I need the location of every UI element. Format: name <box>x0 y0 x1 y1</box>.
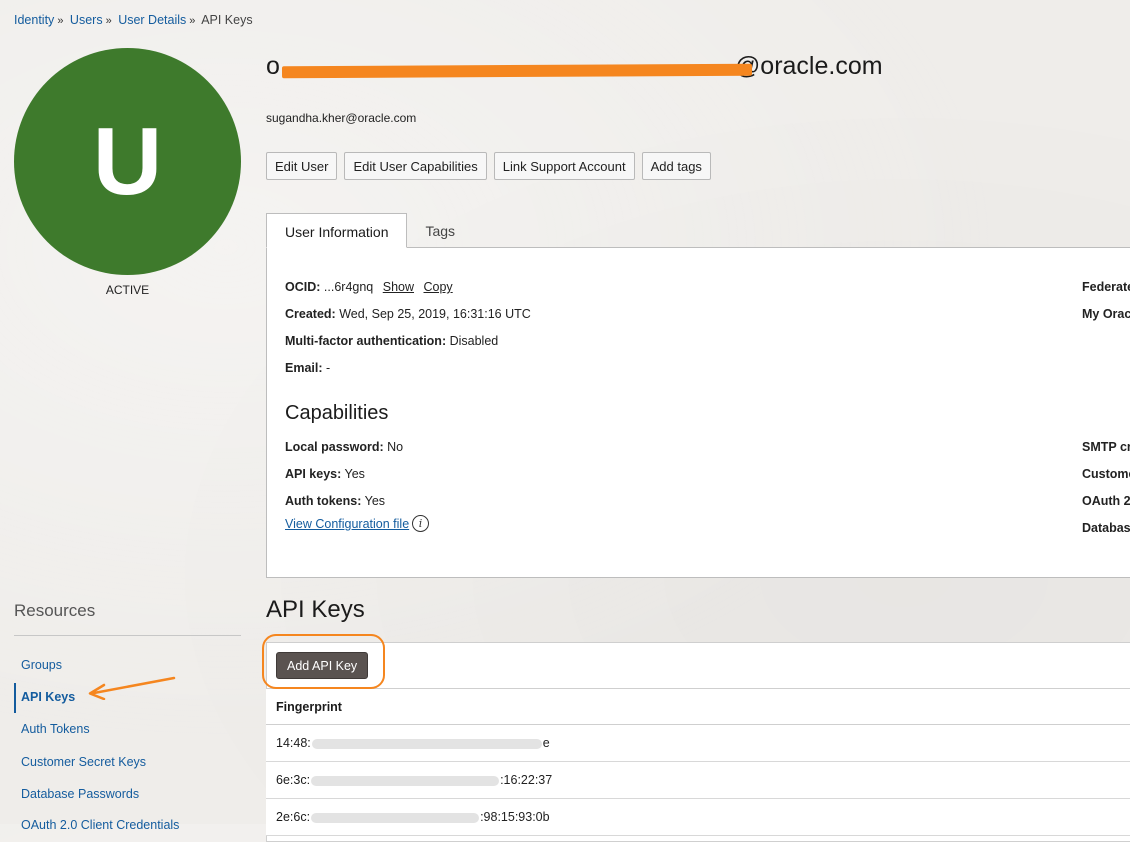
federated-label: Federate <box>1082 280 1130 294</box>
title-end: @oracle.com <box>734 52 883 80</box>
api-keys-table: Fingerprint 14:48: e 6e:3c: :16:22:37 2e:6… <box>266 688 1130 836</box>
email-value: - <box>326 361 331 375</box>
info-icon[interactable]: i <box>412 515 429 532</box>
fingerprint-start: 6e:3c: <box>276 773 311 787</box>
table-row[interactable]: 2e:6c: :98:15:93:0b <box>266 799 1130 836</box>
resource-api-keys-link[interactable]: API Keys <box>21 690 75 704</box>
view-configuration-file-link[interactable]: View Configuration file <box>285 517 409 531</box>
ocid-field: OCID: ...6r4gnq Show Copy <box>285 280 453 294</box>
redacted-fingerprint <box>311 738 542 749</box>
created-value: Wed, Sep 25, 2019, 16:31:16 UTC <box>339 307 531 321</box>
redacted-fingerprint <box>311 812 480 823</box>
api-keys-value: Yes <box>344 467 365 481</box>
resource-oauth-credentials-link[interactable]: OAuth 2.0 Client Credentials <box>21 818 179 832</box>
fingerprint-end: :98:15:93:0b <box>480 810 550 824</box>
breadcrumb-users[interactable]: Users <box>70 13 103 27</box>
ocid-copy-link[interactable]: Copy <box>424 280 453 294</box>
my-oracle-label: My Orac <box>1082 307 1130 321</box>
federated-field: Federate <box>1082 280 1130 294</box>
smtp-field: SMTP cr <box>1082 440 1130 454</box>
database-field: Databas <box>1082 521 1130 535</box>
auth-tokens-value: Yes <box>364 494 386 508</box>
local-password-label: Local password: <box>285 440 384 454</box>
breadcrumb-identity[interactable]: Identity <box>14 13 54 27</box>
mfa-value: Disabled <box>449 334 499 348</box>
customer-label: Custome <box>1082 467 1130 481</box>
local-password-value: No <box>387 440 404 454</box>
local-password-field: Local password: No <box>285 440 403 454</box>
auth-tokens-label: Auth tokens: <box>285 494 362 508</box>
oauth-field: OAuth 2 <box>1082 494 1130 508</box>
mfa-label: Multi-factor authentication: <box>285 334 447 348</box>
breadcrumb: Identity» Users» User Details» API Keys <box>14 13 253 27</box>
ocid-value: ...6r4gnq <box>323 280 374 294</box>
resource-auth-tokens-link[interactable]: Auth Tokens <box>21 722 90 736</box>
redaction-mark <box>281 63 753 79</box>
database-label: Databas <box>1082 521 1130 535</box>
api-keys-field: API keys: Yes <box>285 467 365 481</box>
link-support-account-button[interactable]: Link Support Account <box>493 152 635 180</box>
table-row[interactable]: 6e:3c: :16:22:37 <box>266 762 1130 799</box>
breadcrumb-separator: » <box>105 15 112 27</box>
breadcrumb-user-details[interactable]: User Details <box>118 13 186 27</box>
user-email: sugandha.kher@oracle.com <box>266 111 417 125</box>
resource-database-passwords-link[interactable]: Database Passwords <box>21 787 139 801</box>
user-information-panel: OCID: ...6r4gnq Show Copy Created: Wed, … <box>266 247 1130 578</box>
redacted-fingerprint <box>311 775 500 786</box>
capabilities-heading: Capabilities <box>285 402 389 424</box>
created-field: Created: Wed, Sep 25, 2019, 16:31:16 UTC <box>285 307 531 321</box>
resources-divider <box>14 635 241 636</box>
edit-user-button[interactable]: Edit User <box>266 152 338 180</box>
resource-groups-link[interactable]: Groups <box>21 658 62 672</box>
customer-field: Custome <box>1082 467 1130 481</box>
email-label: Email: <box>285 361 323 375</box>
resources-heading: Resources <box>14 601 96 620</box>
active-indicator <box>14 683 16 713</box>
auth-tokens-field: Auth tokens: Yes <box>285 494 385 508</box>
tab-user-information[interactable]: User Information <box>266 213 408 248</box>
fingerprint-start: 14:48: <box>276 736 311 750</box>
tab-tags[interactable]: Tags <box>407 213 473 248</box>
created-label: Created: <box>285 307 336 321</box>
page-title: o @oracle.com <box>266 52 883 81</box>
detail-tabs: User Information Tags <box>266 213 473 248</box>
avatar: U <box>14 48 241 275</box>
user-status: ACTIVE <box>105 283 150 297</box>
table-row[interactable]: 14:48: e <box>266 725 1130 762</box>
ocid-label: OCID: <box>285 280 321 294</box>
action-bar: Edit User Edit User Capabilities Link Su… <box>266 152 711 180</box>
breadcrumb-current: API Keys <box>201 13 253 27</box>
oauth-label: OAuth 2 <box>1082 494 1130 508</box>
column-header-fingerprint: Fingerprint <box>266 688 1130 725</box>
annotation-arrow-icon <box>88 676 176 700</box>
fingerprint-end: :16:22:37 <box>500 773 553 787</box>
mfa-field: Multi-factor authentication: Disabled <box>285 334 498 348</box>
add-tags-button[interactable]: Add tags <box>641 152 711 180</box>
breadcrumb-separator: » <box>189 15 196 27</box>
breadcrumb-separator: » <box>57 15 64 27</box>
fingerprint-end: e <box>542 736 550 750</box>
my-oracle-field: My Orac <box>1082 307 1130 321</box>
smtp-label: SMTP cr <box>1082 440 1130 454</box>
api-keys-label: API keys: <box>285 467 342 481</box>
edit-user-capabilities-button[interactable]: Edit User Capabilities <box>344 152 487 180</box>
resource-customer-secret-keys-link[interactable]: Customer Secret Keys <box>21 755 146 769</box>
add-api-key-button[interactable]: Add API Key <box>276 652 369 679</box>
email-field: Email: - <box>285 361 330 375</box>
fingerprint-start: 2e:6c: <box>276 810 311 824</box>
avatar-initial: U <box>92 107 163 215</box>
api-keys-heading: API Keys <box>266 596 365 623</box>
ocid-show-link[interactable]: Show <box>383 280 414 294</box>
title-start: o <box>266 52 280 80</box>
